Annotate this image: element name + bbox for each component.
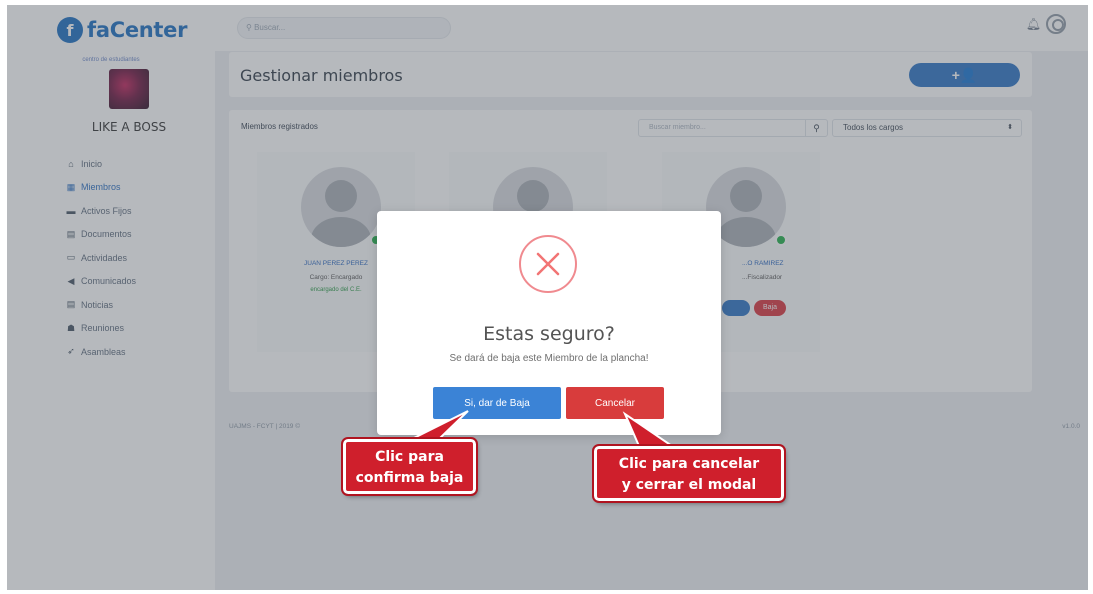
annotation-confirm: Clic para confirma baja bbox=[341, 437, 478, 496]
app-window: f faCenter centro de estudiantes LIKE A … bbox=[7, 5, 1088, 590]
annotation-confirm-line1: Clic para bbox=[375, 449, 444, 465]
annotation-cancel-line1: Clic para cancelar bbox=[618, 456, 760, 472]
annotation-confirm-line2: confirma baja bbox=[355, 470, 464, 486]
callout-pointer bbox=[411, 410, 676, 447]
annotation-cancel: Clic para cancelar y cerrar el modal bbox=[592, 444, 786, 503]
annotation-cancel-line2: y cerrar el modal bbox=[621, 477, 757, 493]
